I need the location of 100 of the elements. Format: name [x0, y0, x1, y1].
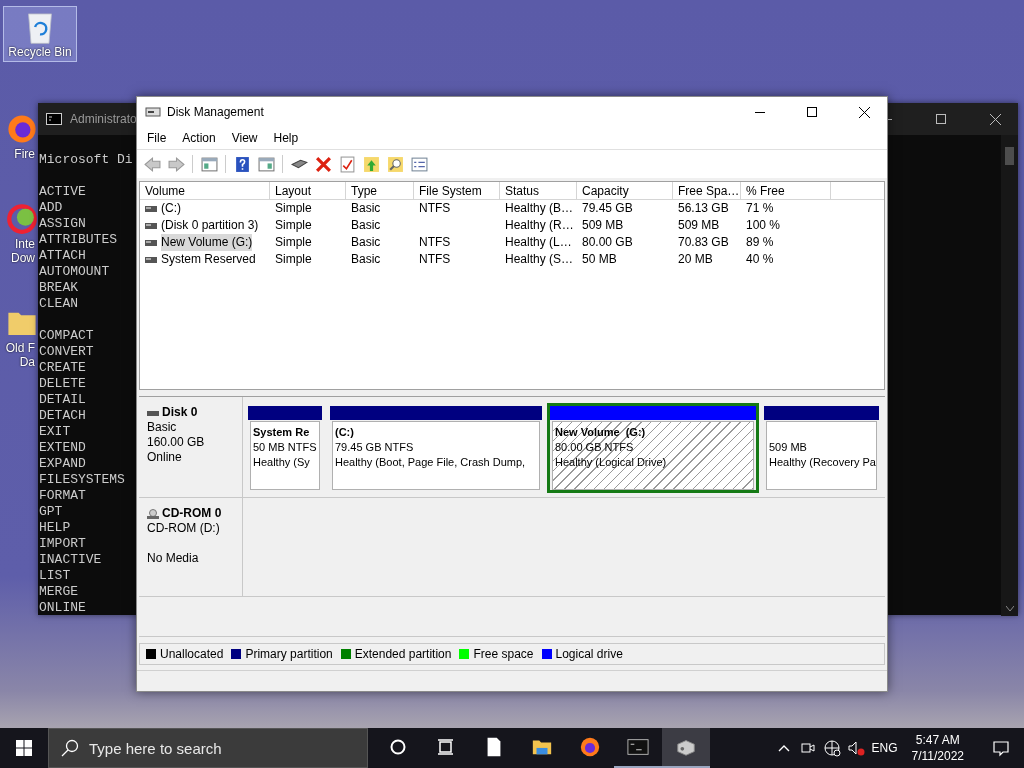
- scrollbar[interactable]: [1001, 135, 1018, 616]
- table-cell: 20 MB: [678, 251, 713, 268]
- disk-size: 160.00 GB: [147, 435, 206, 450]
- table-cell: Simple: [275, 234, 312, 251]
- table-cell: Healthy (R…: [505, 217, 574, 234]
- circle-icon: [390, 739, 406, 755]
- console-text: ASSIGN: [39, 216, 86, 232]
- scrollbar-thumb[interactable]: [1005, 147, 1014, 165]
- table-cell[interactable]: New Volume (G:): [161, 234, 253, 251]
- table-cell: Simple: [275, 200, 312, 217]
- table-cell: 509 MB: [582, 217, 624, 234]
- menu-item[interactable]: View: [223, 127, 266, 149]
- language-indicator[interactable]: ENG: [871, 741, 898, 755]
- table-cell[interactable]: (Disk 0 partition 3): [161, 217, 259, 234]
- column-header[interactable]: Layout: [270, 182, 346, 200]
- table-cell: NTFS: [419, 234, 451, 251]
- table-cell: 80.00 GB: [582, 234, 633, 251]
- column-header[interactable]: Type: [346, 182, 414, 200]
- muted-speaker-icon: [847, 739, 866, 757]
- partition-size: 509 MB: [769, 440, 808, 455]
- table-cell: Healthy (B…: [505, 200, 574, 217]
- desktop-icon[interactable]: Fire: [0, 110, 40, 162]
- taskbar-button[interactable]: [662, 728, 710, 768]
- console-text: ADD: [39, 200, 63, 216]
- table-cell[interactable]: System Reserved: [161, 251, 256, 268]
- disk-drive-icon: [145, 105, 161, 119]
- icon-label: Fire: [14, 147, 36, 161]
- close-icon: [858, 106, 870, 118]
- table-cell: NTFS: [419, 200, 451, 217]
- console-text: BREAK: [39, 280, 78, 296]
- column-header[interactable]: Status: [500, 182, 577, 200]
- menu-item[interactable]: File: [139, 127, 175, 149]
- table-cell[interactable]: (C:): [161, 200, 181, 217]
- maximize-icon: [936, 114, 946, 124]
- close-icon: [989, 113, 1001, 125]
- table-cell: Basic: [351, 234, 381, 251]
- partition-name: New Volume (G:): [555, 425, 647, 440]
- disk-name: Disk 0: [162, 405, 198, 420]
- column-header[interactable]: Volume: [140, 182, 270, 200]
- legend-label: Primary partition: [245, 647, 333, 661]
- drive-icon: [145, 256, 157, 263]
- column-header[interactable]: File System: [414, 182, 500, 200]
- legend-label: Unallocated: [160, 647, 224, 661]
- partition-status: Healthy (Logical Drive): [555, 455, 668, 470]
- column-header[interactable]: % Free: [741, 182, 831, 200]
- table-cell: Simple: [275, 217, 312, 234]
- console-text: ONLINE: [39, 600, 86, 616]
- console-text: IMPORT: [39, 536, 86, 552]
- table-cell: Basic: [351, 251, 381, 268]
- console-text: CLEAN: [39, 296, 78, 312]
- desktop-icon[interactable]: Inte Dow: [0, 200, 40, 266]
- help-icon: [233, 155, 251, 173]
- column-header[interactable]: Free Spa…: [673, 182, 741, 200]
- search-field[interactable]: Type here to search: [48, 728, 368, 768]
- column-header[interactable]: Capacity: [577, 182, 673, 200]
- table-cell: 70.83 GB: [678, 234, 729, 251]
- terminal-icon: [627, 736, 649, 758]
- table-cell: 50 MB: [582, 251, 617, 268]
- table-cell: Basic: [351, 200, 381, 217]
- console-text: CREATE: [39, 360, 86, 376]
- console-text: ACTIVE: [39, 184, 86, 200]
- partition-status: Healthy (Sy: [253, 455, 311, 470]
- console-text: HELP: [39, 520, 71, 536]
- partition-block[interactable]: New Volume (G:) 80.00 GB NTFS Healthy (Logical Drive): [547, 403, 759, 493]
- table-cell: 79.45 GB: [582, 200, 633, 217]
- notification-icon: [992, 739, 1010, 757]
- disk-name: CD-ROM 0: [162, 506, 222, 521]
- windows-logo-icon: [16, 740, 32, 756]
- table-cell: 40 %: [746, 251, 774, 268]
- console-text: ATTACH: [39, 248, 86, 264]
- console-text: FORMAT: [39, 488, 86, 504]
- table-cell: 56.13 GB: [678, 200, 729, 217]
- table-cell: NTFS: [419, 251, 451, 268]
- menu-item[interactable]: Action: [174, 127, 224, 149]
- console-text: DELETE: [39, 376, 86, 392]
- partition-size: 80.00 GB NTFS: [555, 440, 635, 455]
- legend-label: Logical drive: [555, 647, 623, 661]
- desktop-icon[interactable]: Old F Da: [0, 304, 40, 370]
- search-icon: [61, 739, 79, 757]
- table-cell: Basic: [351, 217, 381, 234]
- partition-status: Healthy (Recovery Pa: [769, 455, 874, 470]
- drive-icon: [145, 205, 157, 212]
- console-text: EXTEND: [39, 440, 86, 456]
- console-text: EXIT: [39, 424, 71, 440]
- console-text: MERGE: [39, 584, 78, 600]
- panel-icon: [200, 155, 218, 173]
- console-text: LIST: [39, 568, 71, 584]
- console-text: INACTIVE: [39, 552, 102, 568]
- clock[interactable]: 5:47 AM 7/11/2022: [903, 732, 972, 764]
- panel-icon: [257, 155, 275, 173]
- console-text: DETAIL: [39, 392, 86, 408]
- partition-name: (C:): [335, 425, 355, 440]
- window-title: Disk Management: [167, 105, 264, 119]
- icon-label: Recycle Bin: [8, 45, 72, 59]
- menu-item[interactable]: Help: [265, 127, 307, 149]
- console-text: GPT: [39, 504, 63, 520]
- window-title: Administrato: [70, 112, 137, 126]
- desktop-icon[interactable]: Recycle Bin: [3, 6, 77, 62]
- console-text: FILESYSTEMS: [39, 472, 125, 488]
- table-cell: 71 %: [746, 200, 774, 217]
